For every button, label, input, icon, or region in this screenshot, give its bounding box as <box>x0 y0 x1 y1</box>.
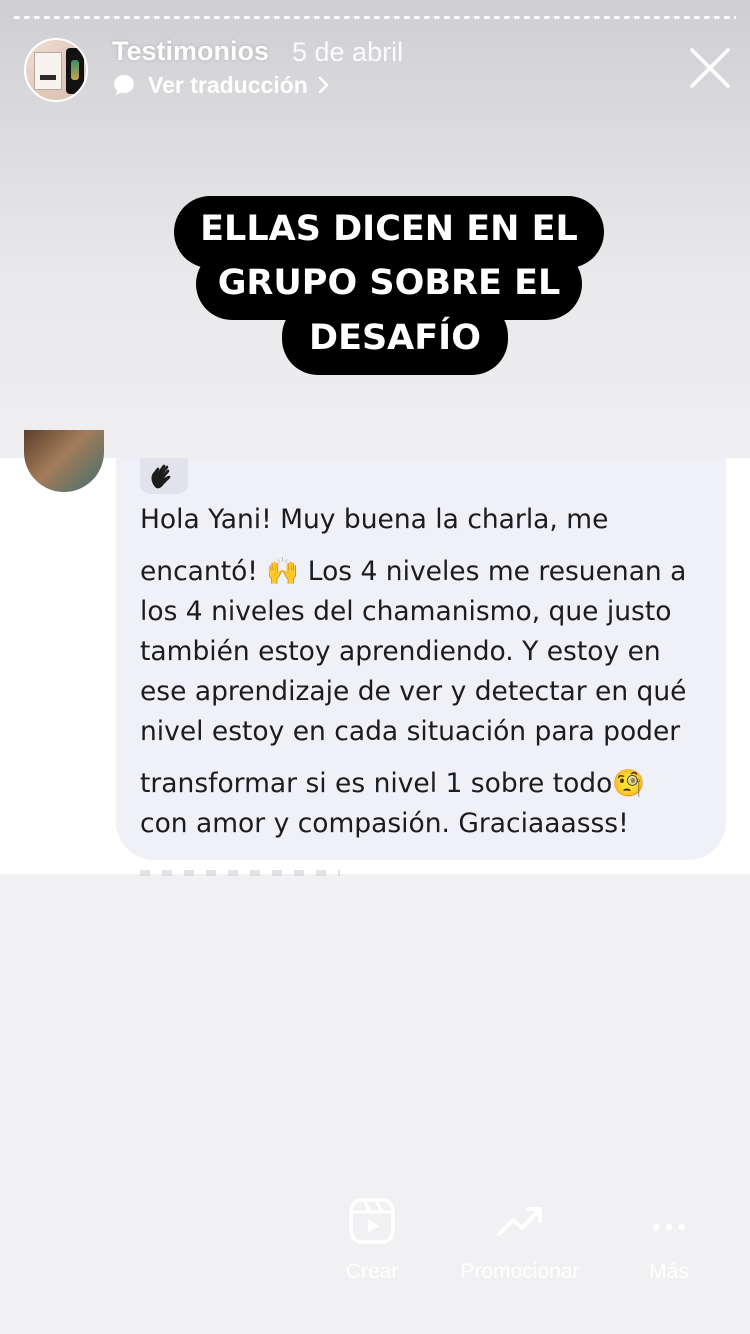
comment-line: transformar si es nivel 1 sobre todo🧐 <box>140 768 646 799</box>
headline-line-2: GRUPO SOBRE EL <box>217 263 561 303</box>
profile-avatar[interactable] <box>24 38 88 102</box>
chevron-right-icon <box>318 76 328 94</box>
promote-button[interactable]: Promocionar <box>446 1196 594 1284</box>
reels-icon <box>349 1198 395 1244</box>
reaction-chip <box>140 458 188 494</box>
promote-label: Promocionar <box>460 1260 580 1283</box>
trend-up-icon <box>497 1207 542 1236</box>
more-label: Más <box>649 1260 689 1283</box>
headline-line-1: ELLAS DICEN EN EL <box>200 209 578 249</box>
comment-text: Hola Yani! Muy buena la charla, me encan… <box>140 500 720 844</box>
create-button[interactable]: Crear <box>320 1196 424 1284</box>
comment-line: encantó! 🙌 Los 4 niveles me resuenan a <box>140 556 687 587</box>
comment-footer-partial <box>140 870 340 876</box>
comment-line: Hola Yani! Muy buena la charla, me <box>140 504 609 535</box>
close-icon[interactable] <box>688 46 732 90</box>
speech-bubble-icon <box>114 75 134 95</box>
more-dots-icon <box>652 1223 686 1231</box>
see-translation-label: Ver traducción <box>148 71 308 98</box>
comment-line: los 4 niveles del chamanismo, que justo <box>140 596 672 627</box>
story-toolbar: Crear Promocionar Más <box>320 1196 740 1306</box>
more-button[interactable]: Más <box>614 1196 724 1284</box>
create-label: Crear <box>345 1260 399 1283</box>
comment-line: nivel estoy en cada situación para poder <box>140 716 681 747</box>
comment-line: también estoy aprendiendo. Y estoy en <box>140 636 661 667</box>
story-owner-name[interactable]: Testimonios <box>112 36 269 67</box>
comment-line: con amor y compasión. Graciaaasss! <box>140 808 629 839</box>
avatar-book-thumbnail <box>34 52 62 90</box>
story-progress-bar <box>14 16 736 19</box>
avatar-phone-thumbnail <box>66 48 84 94</box>
headline-line-3: DESAFÍO <box>309 318 481 358</box>
headline-line-3-bg: DESAFÍO <box>282 300 508 375</box>
story-date: 5 de abril <box>292 37 404 67</box>
comment-line: ese aprendizaje de ver y detectar en qué <box>140 676 687 707</box>
waving-hand-icon <box>151 464 171 489</box>
see-translation-link[interactable]: Ver traducción <box>112 70 330 100</box>
